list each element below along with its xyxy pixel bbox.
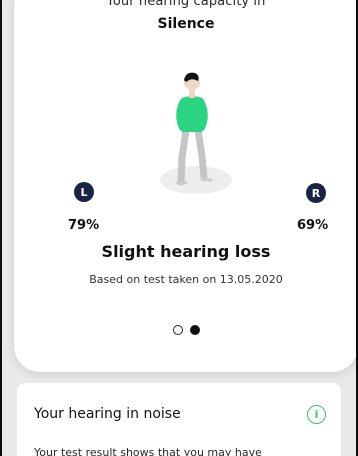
noise-card-description: Your test result shows that you may have — [34, 446, 262, 456]
noise-card-title: Your hearing in noise — [34, 406, 181, 422]
info-icon[interactable]: i — [307, 405, 326, 424]
hearing-result: Slight hearing loss — [101, 242, 271, 261]
person-illustration — [160, 72, 232, 194]
page-dot-1[interactable] — [172, 325, 183, 335]
page-indicator[interactable] — [14, 325, 358, 335]
environment-title: Silence — [157, 16, 215, 32]
page-dot-2-active[interactable] — [189, 325, 200, 335]
hearing-capacity-card: Your hearing capacity in Silence L R 79%… — [14, 0, 358, 372]
test-date-note: Based on test taken on 13.05.2020 — [89, 273, 283, 286]
hearing-in-noise-card[interactable]: Your hearing in noise i Your test result… — [17, 383, 341, 456]
right-ear-badge: R — [306, 183, 326, 203]
left-ear-percent: 79% — [68, 218, 100, 233]
capacity-subtitle: Your hearing capacity in — [106, 0, 266, 9]
right-ear-percent: 69% — [297, 218, 329, 233]
left-ear-badge: L — [74, 182, 94, 202]
